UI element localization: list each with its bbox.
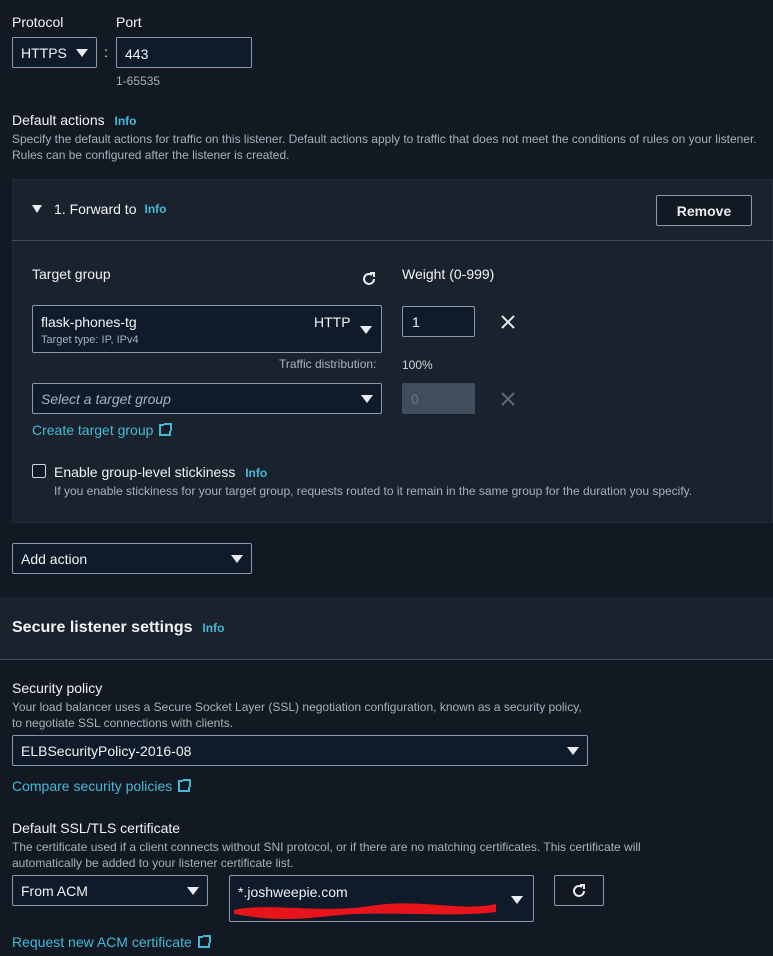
panel-divider: [12, 240, 773, 241]
security-policy-label: Security policy: [12, 680, 103, 696]
refresh-certificates-button[interactable]: [554, 875, 604, 906]
certificate-label: Default SSL/TLS certificate: [12, 820, 181, 836]
stickiness-checkbox[interactable]: [32, 464, 46, 478]
external-link-icon: [178, 779, 192, 792]
caret-down-icon: [32, 205, 42, 213]
compare-security-policies-text: Compare security policies: [12, 778, 173, 794]
close-icon[interactable]: [500, 314, 516, 330]
stickiness-description: If you enable stickiness for your target…: [54, 484, 693, 498]
traffic-distribution-label: Traffic distribution:: [279, 357, 377, 371]
target-group-name: flask-phones-tg: [41, 314, 137, 330]
certificate-description: The certificate used if a client connect…: [12, 840, 641, 870]
default-actions-title: Default actions: [12, 112, 105, 128]
stickiness-label: Enable group-level stickiness: [54, 464, 236, 480]
port-hint: 1-65535: [116, 74, 161, 88]
caret-down-icon: [231, 554, 243, 563]
security-policy-value: ELBSecurityPolicy-2016-08: [21, 742, 192, 759]
close-icon: [501, 392, 515, 406]
traffic-distribution-value: 100%: [402, 358, 433, 372]
certificate-source-select[interactable]: From ACM: [12, 875, 208, 906]
create-target-group-text: Create target group: [32, 422, 154, 438]
certificate-source-value: From ACM: [21, 882, 88, 899]
weight-input[interactable]: 1: [402, 306, 475, 337]
caret-down-icon: [187, 886, 199, 895]
default-actions-info-link[interactable]: Info: [115, 114, 137, 128]
default-actions-header: Default actions Info: [12, 112, 137, 128]
protocol-label: Protocol: [12, 14, 64, 30]
remove-button[interactable]: Remove: [656, 195, 752, 226]
target-group-select[interactable]: flask-phones-tg Target type: IP, IPv4 HT…: [32, 305, 382, 353]
forward-action-title: 1. Forward to: [54, 201, 137, 217]
add-action-label: Add action: [21, 550, 88, 567]
target-group-label: Target group: [32, 266, 111, 282]
caret-down-icon: [361, 394, 373, 403]
weight-input-disabled: 0: [402, 383, 475, 414]
forward-info-link[interactable]: Info: [144, 202, 166, 216]
request-acm-certificate-text: Request new ACM certificate: [12, 934, 192, 950]
certificate-select[interactable]: *.joshweepie.com: [229, 875, 534, 922]
secure-settings-title: Secure listener settings: [12, 619, 193, 636]
create-target-group-link[interactable]: Create target group: [32, 422, 173, 438]
protocol-select[interactable]: HTTPS: [12, 37, 97, 68]
forward-action-header[interactable]: 1. Forward to Info: [32, 201, 166, 217]
stickiness-header: Enable group-level stickiness Info: [54, 464, 267, 480]
target-group-protocol: HTTP: [314, 314, 351, 330]
security-policy-select[interactable]: ELBSecurityPolicy-2016-08: [12, 735, 588, 766]
protocol-port-separator: :: [104, 44, 108, 60]
external-link-icon: [159, 423, 173, 436]
request-acm-certificate-link[interactable]: Request new ACM certificate: [12, 934, 211, 950]
add-action-select[interactable]: Add action: [12, 543, 252, 574]
target-group-subtitle: Target type: IP, IPv4: [41, 334, 139, 346]
port-label: Port: [116, 14, 142, 30]
secure-settings-header: Secure listener settings Info: [12, 619, 224, 637]
secure-settings-info-link[interactable]: Info: [202, 621, 224, 635]
security-policy-description: Your load balancer uses a Secure Socket …: [12, 700, 582, 730]
caret-down-icon: [567, 746, 579, 755]
target-group-select-empty[interactable]: Select a target group: [32, 383, 382, 414]
weight-label: Weight (0-999): [402, 266, 495, 282]
caret-down-icon: [76, 48, 88, 57]
compare-security-policies-link[interactable]: Compare security policies: [12, 778, 192, 794]
caret-down-icon: [511, 896, 523, 904]
redaction-scribble: [234, 903, 496, 920]
port-input[interactable]: 443: [116, 37, 252, 68]
refresh-icon: [573, 883, 585, 897]
protocol-value: HTTPS: [21, 44, 67, 61]
refresh-icon[interactable]: [360, 270, 378, 288]
target-group-placeholder: Select a target group: [41, 390, 171, 407]
stickiness-info-link[interactable]: Info: [245, 466, 267, 480]
default-actions-description: Specify the default actions for traffic …: [12, 132, 757, 162]
external-link-icon: [197, 935, 211, 948]
caret-down-icon: [360, 326, 372, 334]
